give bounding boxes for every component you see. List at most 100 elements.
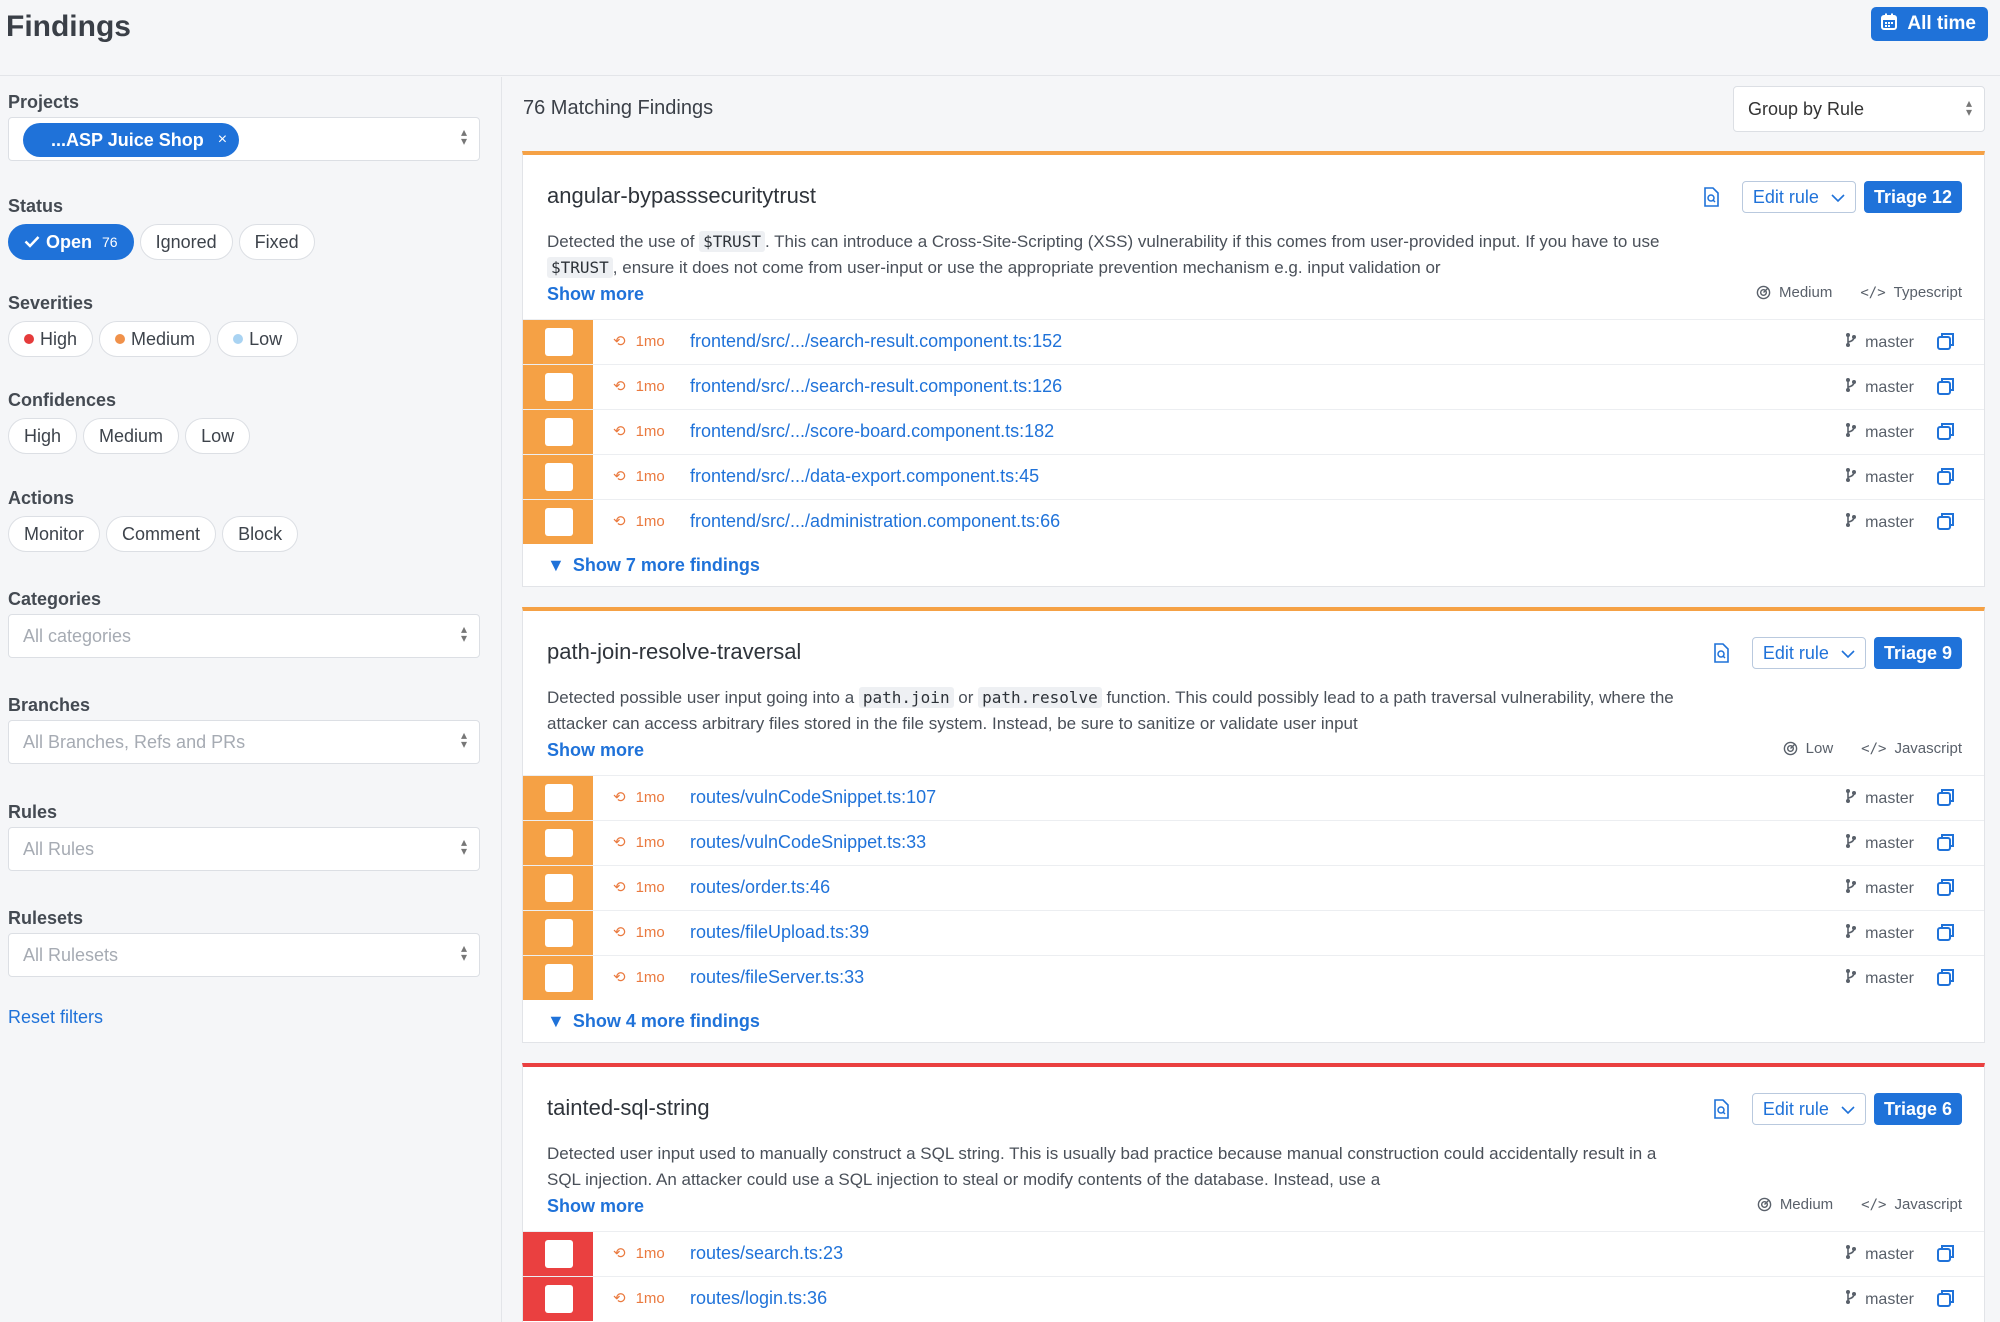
severity-high-dot [24,334,34,344]
finding-path-link[interactable]: routes/fileServer.ts:33 [690,967,864,988]
finding-age-text: 1mo [635,332,665,350]
close-icon[interactable]: × [218,131,227,149]
status-open-chip[interactable]: Open 76 [8,224,134,260]
edit-rule-button[interactable]: Edit rule [1741,181,1856,213]
finding-path-link[interactable]: routes/login.ts:36 [690,1288,827,1309]
triage-button[interactable]: Triage 6 [1873,1093,1962,1125]
open-external-icon[interactable] [1936,421,1956,446]
finding-checkbox[interactable] [545,919,573,947]
finding-path-link[interactable]: frontend/src/.../search-result.component… [690,331,1062,352]
rule-title: angular-bypasssecuritytrust [547,183,817,208]
finding-checkbox[interactable] [545,829,573,857]
finding-checkbox[interactable] [545,373,573,401]
finding-row[interactable]: ⟲ 1mo routes/vulnCodeSnippet.ts:33 master [523,820,1984,865]
action-block-chip[interactable]: Block [222,516,299,552]
branch-icon [1845,512,1857,533]
finding-checkbox[interactable] [545,964,573,992]
finding-row[interactable]: ⟲ 1mo routes/order.ts:46 master [523,865,1984,910]
triage-button[interactable]: Triage 9 [1873,637,1962,669]
open-external-icon[interactable] [1936,331,1956,356]
finding-row[interactable]: ⟲ 1mo frontend/src/.../administration.com… [523,499,1984,544]
time-range-button[interactable]: All time [1871,7,1988,41]
finding-row[interactable]: ⟲ 1mo routes/vulnCodeSnippet.ts:107 maste… [523,775,1984,820]
severity-medium-label: Medium [131,328,196,349]
finding-row[interactable]: ⟲ 1mo routes/fileUpload.ts:39 master [523,910,1984,955]
finding-row[interactable]: ⟲ 1mo frontend/src/.../search-result.comp… [523,364,1984,409]
finding-checkbox[interactable] [545,508,573,536]
rulesets-select[interactable]: All Rulesets ▴ ▾ [8,933,480,977]
severity-medium-chip[interactable]: Medium [99,321,212,357]
finding-path-link[interactable]: routes/fileUpload.ts:39 [690,922,869,943]
finding-row[interactable]: ⟲ 1mo routes/search.ts:23 master [523,1231,1984,1276]
open-external-icon[interactable] [1936,511,1956,536]
rule-doc-icon[interactable] [1708,1093,1734,1125]
finding-path-link[interactable]: routes/search.ts:23 [690,1243,843,1264]
edit-rule-button[interactable]: Edit rule [1751,637,1866,669]
categories-select[interactable]: All categories ▴ ▾ [8,614,480,658]
severity-low-chip[interactable]: Low [217,321,299,357]
open-external-icon[interactable] [1936,832,1956,857]
finding-checkbox[interactable] [545,328,573,356]
triage-button[interactable]: Triage 12 [1863,181,1962,213]
branch-name: master [1865,513,1914,531]
finding-row[interactable]: ⟲ 1mo frontend/src/.../score-board.compon… [523,409,1984,454]
open-external-icon[interactable] [1936,922,1956,947]
finding-row[interactable]: ⟲ 1mo frontend/src/.../search-result.comp… [523,319,1984,364]
show-more-findings-link[interactable]: ▼ Show 4 more findings [547,1011,760,1032]
finding-path-link[interactable]: frontend/src/.../score-board.component.t… [690,421,1054,442]
open-external-icon[interactable] [1936,466,1956,491]
confidence-high-chip[interactable]: High [8,418,78,454]
finding-age-text: 1mo [635,1244,665,1262]
finding-path-link[interactable]: routes/vulnCodeSnippet.ts:33 [690,832,926,853]
history-icon: ⟲ [613,789,626,806]
rule-actions: Edit rule Triage 9 [1708,637,1962,669]
finding-row[interactable]: ⟲ 1mo routes/fileServer.ts:33 master [523,955,1984,1000]
severity-high-chip[interactable]: High [8,321,94,357]
branches-label: Branches [8,695,91,715]
rule-doc-icon[interactable] [1708,637,1734,669]
status-ignored-chip[interactable]: Ignored [139,224,233,260]
action-monitor-chip[interactable]: Monitor [8,516,101,552]
finding-checkbox[interactable] [545,1285,573,1313]
finding-checkbox[interactable] [545,784,573,812]
finding-checkbox[interactable] [545,874,573,902]
open-external-icon[interactable] [1936,1288,1956,1313]
finding-row[interactable]: ⟲ 1mo frontend/src/.../data-export.compon… [523,454,1984,499]
status-fixed-chip[interactable]: Fixed [238,224,315,260]
action-comment-chip[interactable]: Comment [106,516,217,552]
branches-select[interactable]: All Branches, Refs and PRs ▴ ▾ [8,720,480,764]
finding-checkbox[interactable] [545,463,573,491]
open-external-icon[interactable] [1936,376,1956,401]
finding-path-link[interactable]: frontend/src/.../search-result.component… [690,376,1062,397]
finding-checkbox[interactable] [545,1240,573,1268]
finding-branch: master [1845,833,1914,854]
projects-select[interactable]: ...ASP Juice Shop × ▴ ▾ [8,117,480,161]
finding-path-link[interactable]: frontend/src/.../data-export.component.t… [690,466,1039,487]
rules-select[interactable]: All Rules ▴ ▾ [8,827,480,871]
open-external-icon[interactable] [1936,787,1956,812]
open-external-icon[interactable] [1936,1243,1956,1268]
branch-icon [1845,467,1857,488]
confidence-medium-chip[interactable]: Medium [83,418,180,454]
finding-path-link[interactable]: routes/vulnCodeSnippet.ts:107 [690,787,936,808]
group-by-select[interactable]: Group by Rule ▴ ▾ [1733,86,1985,132]
show-more-link[interactable]: Show more [547,284,644,305]
finding-row[interactable]: ⟲ 1mo routes/login.ts:36 master [523,1276,1984,1321]
edit-rule-button[interactable]: Edit rule [1751,1093,1866,1125]
confidence-low-chip[interactable]: Low [185,418,251,454]
rule-description-text: Detected the use of [547,232,700,251]
branch-icon [1845,1244,1857,1265]
history-icon: ⟲ [613,834,626,851]
rule-doc-icon[interactable] [1698,181,1724,213]
finding-path-link[interactable]: frontend/src/.../administration.componen… [690,511,1060,532]
show-more-link[interactable]: Show more [547,1196,644,1217]
show-more-link[interactable]: Show more [547,740,644,761]
branch-icon [1845,878,1857,899]
reset-filters-link[interactable]: Reset filters [8,1007,103,1028]
finding-path-link[interactable]: routes/order.ts:46 [690,877,830,898]
language-meta: </> Javascript [1861,740,1962,757]
open-external-icon[interactable] [1936,967,1956,992]
finding-checkbox[interactable] [545,418,573,446]
open-external-icon[interactable] [1936,877,1956,902]
show-more-findings-link[interactable]: ▼ Show 7 more findings [547,555,760,576]
